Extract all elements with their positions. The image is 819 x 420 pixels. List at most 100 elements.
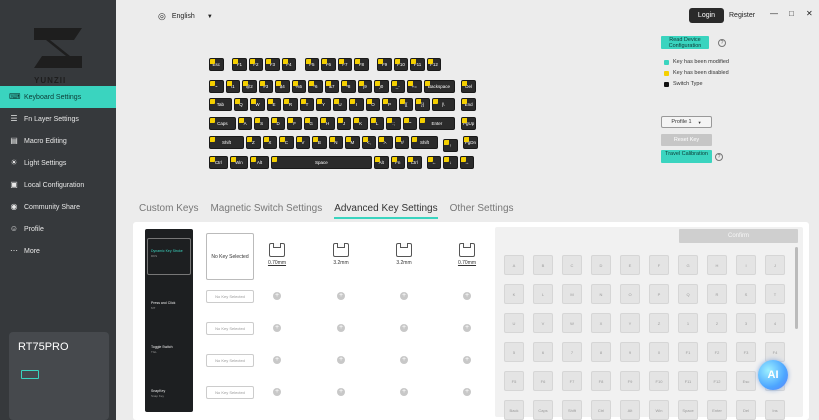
key-pgup[interactable]: PgUp bbox=[461, 117, 476, 130]
key-h[interactable]: H bbox=[320, 117, 335, 130]
grid-key[interactable]: Alt bbox=[620, 400, 640, 420]
key-shift[interactable]: Shift bbox=[209, 136, 245, 149]
grid-key[interactable]: 9 bbox=[620, 342, 640, 362]
key-f4[interactable]: F4 bbox=[281, 58, 297, 71]
key-f[interactable]: F bbox=[287, 117, 302, 130]
key-enter[interactable]: Enter bbox=[419, 117, 455, 130]
sidebar-item-macro-editing[interactable]: ▤ Macro Editing bbox=[0, 130, 116, 152]
close-icon[interactable]: ✕ bbox=[806, 9, 813, 18]
key-w[interactable]: W bbox=[250, 98, 265, 111]
key-9[interactable]: (9 bbox=[357, 80, 372, 93]
key-del[interactable]: Del bbox=[461, 80, 476, 93]
key-f9[interactable]: F9 bbox=[377, 58, 392, 71]
grid-key[interactable]: M bbox=[562, 284, 582, 304]
add-icon[interactable]: + bbox=[273, 292, 281, 300]
grid-key[interactable]: H bbox=[707, 255, 727, 275]
add-icon[interactable]: + bbox=[337, 388, 345, 396]
grid-key[interactable]: S bbox=[736, 284, 756, 304]
grid-key[interactable]: 5 bbox=[504, 342, 524, 362]
key-[interactable]: ?/ bbox=[394, 136, 410, 149]
grid-key[interactable]: J bbox=[765, 255, 785, 275]
key-f10[interactable]: F10 bbox=[393, 58, 409, 71]
key-stroke-indicator[interactable]: 0.70mm bbox=[455, 243, 479, 266]
key-f1[interactable]: F1 bbox=[232, 58, 247, 71]
key-[interactable]: "' bbox=[402, 117, 418, 130]
no-key-selected-slot[interactable]: No Key Selected bbox=[206, 233, 254, 280]
grid-key[interactable]: 1 bbox=[678, 313, 698, 333]
key-f12[interactable]: F12 bbox=[426, 58, 442, 71]
add-icon[interactable]: + bbox=[337, 324, 345, 332]
grid-key[interactable]: 7 bbox=[562, 342, 582, 362]
key-f6[interactable]: F6 bbox=[321, 58, 336, 71]
key-f2[interactable]: F2 bbox=[248, 58, 264, 71]
key-4[interactable]: $4 bbox=[275, 80, 290, 93]
tab-advanced-key-settings[interactable]: Advanced Key Settings bbox=[334, 203, 438, 219]
confirm-button[interactable]: Confirm bbox=[679, 229, 798, 243]
key-end[interactable]: End bbox=[461, 98, 476, 111]
key-f5[interactable]: F5 bbox=[304, 58, 320, 71]
grid-key[interactable]: Esc bbox=[736, 371, 756, 391]
key-b[interactable]: B bbox=[312, 136, 327, 149]
grid-key[interactable]: A bbox=[504, 255, 524, 275]
key-caps[interactable]: Caps bbox=[209, 117, 236, 130]
grid-key[interactable]: C bbox=[562, 255, 582, 275]
add-icon[interactable]: + bbox=[400, 324, 408, 332]
grid-key[interactable]: 6 bbox=[533, 342, 553, 362]
key-[interactable]: <, bbox=[361, 136, 377, 149]
device-card[interactable]: RT75PRO bbox=[9, 332, 109, 420]
ai-assistant-button[interactable]: AI bbox=[758, 360, 788, 390]
key-[interactable]: ↓ bbox=[443, 156, 458, 169]
grid-key[interactable]: R bbox=[707, 284, 727, 304]
key-j[interactable]: J bbox=[336, 117, 352, 130]
grid-key[interactable]: F bbox=[649, 255, 669, 275]
key-n[interactable]: N bbox=[328, 136, 344, 149]
key-p[interactable]: P bbox=[382, 98, 397, 111]
grid-key[interactable]: Caps bbox=[533, 400, 553, 420]
key-[interactable]: ~ bbox=[209, 80, 224, 93]
grid-key[interactable]: I bbox=[736, 255, 756, 275]
grid-key[interactable]: Z bbox=[649, 313, 669, 333]
key-5[interactable]: %5 bbox=[291, 80, 306, 93]
grid-key[interactable]: L bbox=[533, 284, 553, 304]
key-[interactable]: _- bbox=[390, 80, 405, 93]
grid-key[interactable]: F10 bbox=[649, 371, 669, 391]
grid-key[interactable]: U bbox=[504, 313, 524, 333]
key-0[interactable]: )0 bbox=[374, 80, 389, 93]
mode-item[interactable]: SnapKey Snap Key bbox=[151, 389, 165, 398]
grid-key[interactable]: 4 bbox=[765, 313, 785, 333]
grid-key[interactable]: O bbox=[620, 284, 640, 304]
no-key-slot[interactable]: No Key Selected bbox=[206, 322, 254, 335]
key-space[interactable]: Space bbox=[270, 156, 372, 169]
key-[interactable]: :; bbox=[386, 117, 401, 130]
key-[interactable]: → bbox=[459, 156, 475, 169]
grid-key[interactable]: Back bbox=[504, 400, 524, 420]
key-3[interactable]: #3 bbox=[258, 80, 273, 93]
grid-key[interactable]: 0 bbox=[649, 342, 669, 362]
add-icon[interactable]: + bbox=[463, 324, 471, 332]
key-x[interactable]: X bbox=[262, 136, 278, 149]
key-shift[interactable]: Shift bbox=[411, 136, 438, 149]
key-win[interactable]: Win bbox=[229, 156, 249, 169]
key-ctrl[interactable]: Ctrl bbox=[209, 156, 228, 169]
sidebar-item-profile[interactable]: ☺ Profile bbox=[0, 218, 116, 240]
grid-key[interactable]: 2 bbox=[707, 313, 727, 333]
grid-key[interactable]: F5 bbox=[504, 371, 524, 391]
sidebar-item-fn-layer-settings[interactable]: ☰ Fn Layer Settings bbox=[0, 108, 116, 130]
grid-key[interactable]: Enter bbox=[707, 400, 727, 420]
grid-key[interactable]: F12 bbox=[707, 371, 727, 391]
grid-key[interactable]: B bbox=[533, 255, 553, 275]
key-stroke-indicator[interactable]: 3.2mm bbox=[329, 243, 353, 266]
grid-key[interactable]: F11 bbox=[678, 371, 698, 391]
key-z[interactable]: Z bbox=[246, 136, 261, 149]
sidebar-item-community-share[interactable]: ◉ Community Share bbox=[0, 196, 116, 218]
grid-key[interactable]: F9 bbox=[620, 371, 640, 391]
key-tab[interactable]: Tab bbox=[209, 98, 232, 111]
grid-key[interactable]: G bbox=[678, 255, 698, 275]
add-icon[interactable]: + bbox=[337, 292, 345, 300]
grid-key[interactable]: Q bbox=[678, 284, 698, 304]
key-stroke-indicator[interactable]: 3.2mm bbox=[392, 243, 416, 266]
read-config-button[interactable]: Read Device Configuration bbox=[661, 36, 709, 49]
key-g[interactable]: G bbox=[303, 117, 319, 130]
sidebar-item-more[interactable]: ⋯ More bbox=[0, 240, 116, 262]
grid-key[interactable]: F4 bbox=[765, 342, 785, 362]
